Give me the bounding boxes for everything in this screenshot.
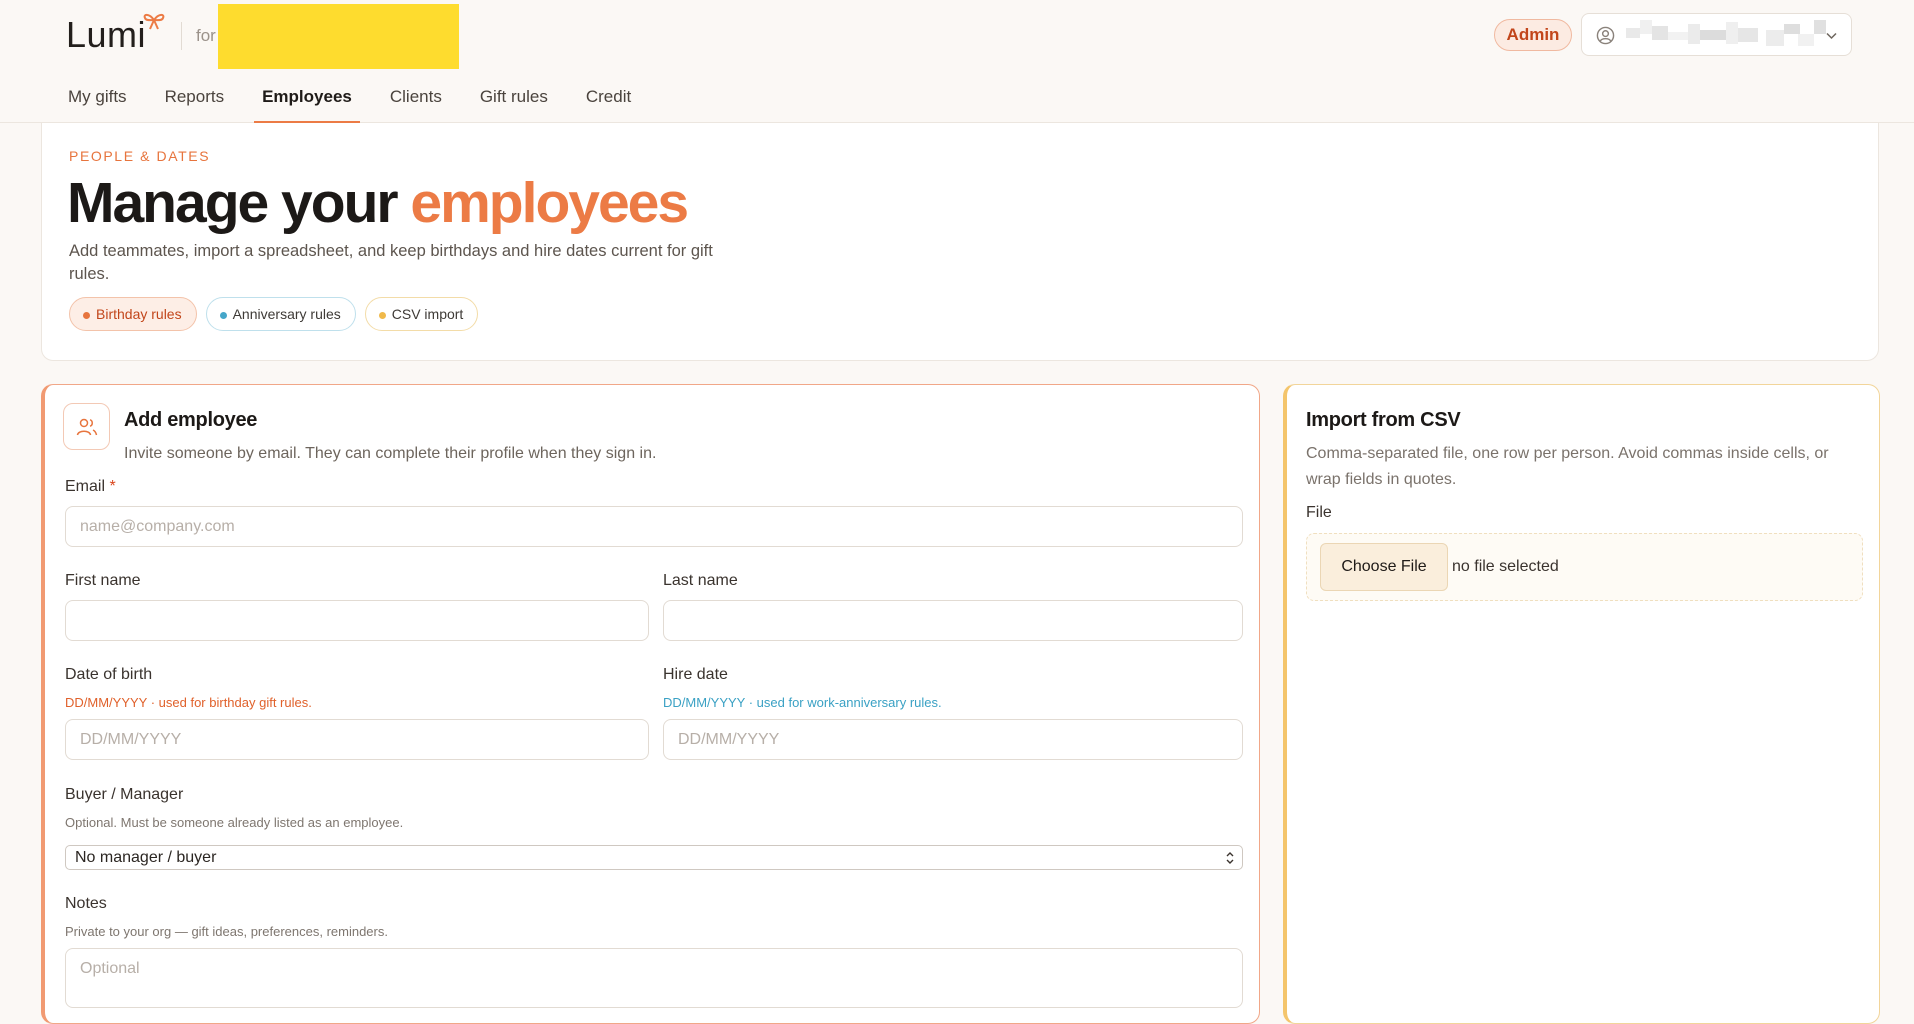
account-menu-button[interactable] bbox=[1581, 13, 1852, 56]
file-dropzone[interactable]: Choose File no file selected bbox=[1306, 533, 1863, 601]
last-name-label: Last name bbox=[663, 572, 738, 589]
manager-select[interactable]: No manager / buyer bbox=[65, 845, 1243, 870]
org-name-redacted bbox=[218, 4, 459, 69]
gift-bow-icon bbox=[143, 13, 165, 30]
pill-anniversary-rules: Anniversary rules bbox=[205, 297, 356, 331]
file-label: File bbox=[1306, 504, 1332, 521]
main-nav: My gifts Reports Employees Clients Gift … bbox=[66, 86, 667, 123]
first-name-label: First name bbox=[65, 572, 141, 589]
nav-clients[interactable]: Clients bbox=[388, 86, 444, 123]
import-csv-title: Import from CSV bbox=[1306, 409, 1461, 431]
hire-date-label: Hire date bbox=[663, 666, 728, 683]
users-icon bbox=[76, 418, 98, 436]
hero-description: Add teammates, import a spreadsheet, and… bbox=[69, 242, 713, 283]
dob-label: Date of birth bbox=[65, 666, 153, 683]
nav-gift-rules[interactable]: Gift rules bbox=[478, 86, 550, 123]
for-label: for bbox=[196, 26, 216, 45]
hire-date-field[interactable]: DD/MM/YYYY bbox=[663, 719, 1243, 760]
email-field[interactable]: name@company.com bbox=[65, 506, 1243, 547]
feature-pills: Birthday rules Anniversary rules CSV imp… bbox=[69, 297, 487, 331]
title-accent: employees bbox=[410, 171, 689, 235]
nav-credit[interactable]: Credit bbox=[584, 86, 633, 123]
email-label-text: Email bbox=[65, 478, 106, 495]
top-bar: Lumi for Admin My gifts Reports Employee… bbox=[0, 0, 1914, 123]
logo-divider bbox=[181, 22, 182, 50]
logo[interactable]: Lumi bbox=[66, 13, 165, 58]
notes-field[interactable]: Optional bbox=[65, 948, 1243, 1008]
page-hero: PEOPLE & DATES Manage your employees Add… bbox=[41, 123, 1879, 361]
required-mark: * bbox=[109, 478, 116, 495]
add-employee-subtitle: Invite someone by email. They can comple… bbox=[124, 445, 657, 462]
chevron-down-icon bbox=[1826, 32, 1837, 40]
logo-text: Lumi bbox=[66, 14, 147, 55]
manager-hint: Optional. Must be someone already listed… bbox=[65, 815, 404, 830]
pill-csv-import: CSV import bbox=[364, 297, 479, 331]
manager-label: Buyer / Manager bbox=[65, 786, 184, 803]
add-employee-card: Add employee Invite someone by email. Th… bbox=[41, 384, 1260, 1024]
nav-employees[interactable]: Employees bbox=[254, 86, 360, 123]
hire-date-hint: DD/MM/YYYY · used for work-anniversary r… bbox=[663, 695, 942, 710]
nav-reports[interactable]: Reports bbox=[163, 86, 227, 123]
manager-select-value: No manager / buyer bbox=[75, 849, 217, 866]
hero-eyebrow: PEOPLE & DATES bbox=[69, 148, 211, 164]
card-icon-box bbox=[63, 403, 110, 450]
admin-badge: Admin bbox=[1494, 19, 1572, 51]
select-arrows-icon bbox=[1226, 852, 1234, 864]
import-csv-card: Import from CSV Comma-separated file, on… bbox=[1283, 384, 1880, 1024]
first-name-field[interactable] bbox=[65, 600, 649, 641]
dob-field[interactable]: DD/MM/YYYY bbox=[65, 719, 649, 760]
choose-file-button[interactable]: Choose File bbox=[1320, 543, 1448, 591]
no-file-status: no file selected bbox=[1452, 558, 1559, 575]
pill-birthday-rules: Birthday rules bbox=[69, 297, 197, 331]
dob-hint: DD/MM/YYYY · used for birthday gift rule… bbox=[65, 695, 312, 710]
user-circle-icon bbox=[1596, 26, 1615, 45]
notes-hint: Private to your org — gift ideas, prefer… bbox=[65, 924, 388, 939]
notes-label: Notes bbox=[65, 895, 107, 912]
import-csv-description: Comma-separated file, one row per person… bbox=[1306, 445, 1829, 488]
nav-my-gifts[interactable]: My gifts bbox=[66, 86, 129, 123]
last-name-field[interactable] bbox=[663, 600, 1243, 641]
title-start: Manage your bbox=[67, 171, 411, 235]
page-title: Manage your employees bbox=[67, 170, 689, 236]
email-label: Email * bbox=[65, 478, 116, 496]
add-employee-title: Add employee bbox=[124, 409, 258, 431]
